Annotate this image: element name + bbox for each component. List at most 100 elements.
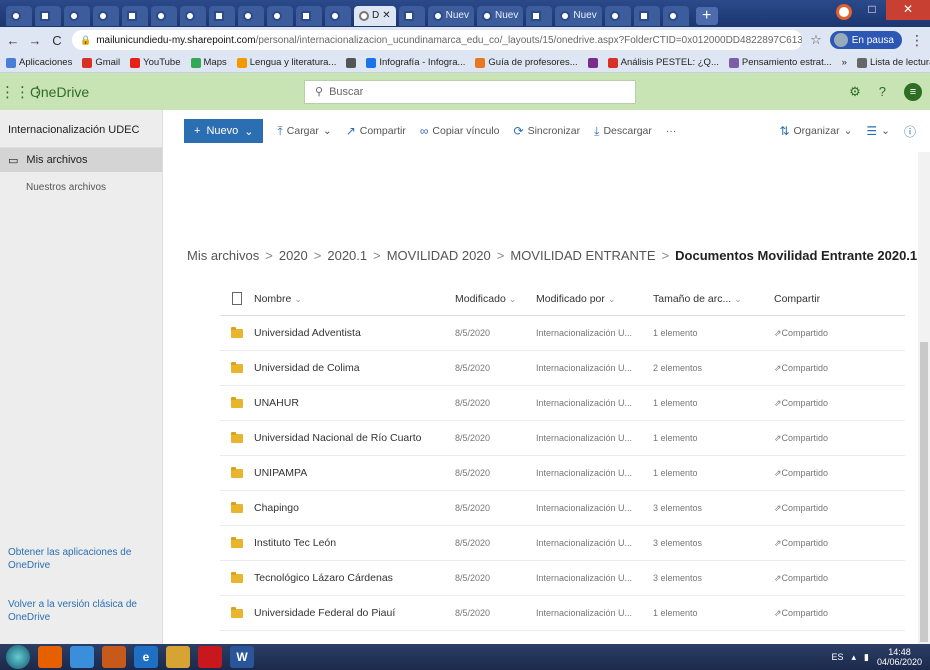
browser-tab[interactable]	[209, 5, 235, 26]
language-indicator[interactable]: ES	[831, 652, 843, 662]
column-header-modified-by[interactable]: Modificado por ⌄	[536, 293, 653, 305]
file-name[interactable]: UNIPAMPA	[254, 467, 455, 479]
maximize-button[interactable]: □	[858, 0, 886, 20]
browser-tab[interactable]: Nuev	[427, 5, 474, 26]
table-row[interactable]: Universidade Federal do Piauí 8/5/2020 Int…	[220, 596, 905, 631]
browser-tab[interactable]	[662, 5, 689, 26]
new-tab-button[interactable]: +	[695, 6, 718, 25]
tray-arrow-icon[interactable]: ▴	[851, 652, 856, 663]
bookmark-item[interactable]: Gmail	[82, 57, 120, 68]
copy-link-button[interactable]: ∞ Copiar vínculo	[420, 124, 500, 138]
bookmark-item[interactable]: Análisis PESTEL: ¿Q...	[607, 57, 719, 68]
browser-menu-icon[interactable]: ⋮	[910, 32, 924, 49]
search-input[interactable]: ⚲ Buscar	[304, 79, 636, 104]
browser-tab[interactable]	[604, 5, 631, 26]
classic-version-link[interactable]: Volver a la versión clásica de OneDrive	[8, 598, 158, 624]
browser-tab[interactable]	[122, 5, 148, 26]
help-icon[interactable]: ?	[879, 84, 886, 99]
sync-button[interactable]: ⟳ Sincronizar	[514, 124, 581, 138]
bookmark-item[interactable]: Guía de profesores...	[475, 57, 578, 68]
browser-tab[interactable]	[180, 5, 206, 26]
minimize-button[interactable]: –	[830, 0, 858, 20]
ie-icon[interactable]: e	[134, 646, 158, 668]
table-row[interactable]: Universidad Nacional de Río Cuarto 8/5/20…	[220, 421, 905, 456]
file-sharing[interactable]: ⇗Compartido	[774, 433, 884, 444]
settings-icon[interactable]: ⚙	[849, 84, 861, 100]
media-icon[interactable]	[102, 646, 126, 668]
account-avatar[interactable]: ≡	[904, 82, 922, 101]
url-input[interactable]: 🔒 mailunicundiedu-my.sharepoint.com /per…	[72, 30, 803, 50]
bookmark-item[interactable]	[346, 57, 357, 68]
file-name[interactable]: Instituto Tec León	[254, 537, 455, 549]
browser-tab[interactable]	[64, 5, 90, 26]
browser-tab[interactable]	[296, 5, 322, 26]
chrome-icon[interactable]	[70, 646, 94, 668]
table-row[interactable]: Universidad Adventista 8/5/2020 Internacio…	[220, 316, 905, 351]
file-name[interactable]: Universidad de Colima	[254, 362, 455, 374]
clock[interactable]: 14:48 04/06/2020	[877, 647, 922, 667]
table-row[interactable]: Chapingo 8/5/2020 Internacionalización U..…	[220, 491, 905, 526]
file-name[interactable]: Chapingo	[254, 502, 455, 514]
bookmark-star-icon[interactable]: ☆	[810, 32, 822, 48]
view-options-button[interactable]: ☰ ⌄	[866, 123, 890, 140]
more-commands-button[interactable]: ···	[666, 125, 677, 137]
table-row[interactable]: Instituto Tec León 8/5/2020 Internacionali…	[220, 526, 905, 561]
table-row[interactable]: Universidad de Colima 8/5/2020 Internacion…	[220, 351, 905, 386]
app-name[interactable]: OneDrive	[30, 84, 304, 100]
bookmark-item[interactable]	[587, 57, 598, 68]
browser-tab[interactable]: D ✕	[354, 5, 396, 26]
browser-tab[interactable]	[35, 5, 61, 26]
file-name[interactable]: Tecnológico Lázaro Cárdenas	[254, 572, 455, 584]
word-icon[interactable]: W	[230, 646, 254, 668]
browser-tab[interactable]: Nuev	[476, 5, 524, 26]
file-sharing[interactable]: ⇗Compartido	[774, 468, 884, 479]
file-name[interactable]: Universidade Federal do Piauí	[254, 607, 455, 619]
scrollbar[interactable]	[918, 152, 930, 644]
folder-icon[interactable]	[166, 646, 190, 668]
file-sharing[interactable]: ⇗Compartido	[774, 503, 884, 514]
acrobat-icon[interactable]	[198, 646, 222, 668]
browser-tab[interactable]	[325, 5, 351, 26]
browser-tab[interactable]	[93, 5, 119, 26]
bookmark-item[interactable]: Aplicaciones	[6, 57, 72, 68]
file-sharing[interactable]: ⇗Compartido	[774, 398, 884, 409]
file-name[interactable]: Universidad Nacional de Río Cuarto	[254, 432, 455, 444]
sync-paused-button[interactable]: En pausa	[829, 31, 902, 49]
table-row[interactable]: Tecnológico Lázaro Cárdenas 8/5/2020 Inter…	[220, 561, 905, 596]
reading-list-button[interactable]: Lista de lectura	[856, 57, 930, 68]
browser-tab[interactable]: Nuev	[555, 5, 602, 26]
share-button[interactable]: ↗ Compartir	[346, 124, 406, 138]
breadcrumb-item[interactable]: 2020	[279, 248, 308, 263]
file-sharing[interactable]: ⇗Compartido	[774, 363, 884, 374]
file-sharing[interactable]: ⇗Compartido	[774, 573, 884, 584]
get-apps-link[interactable]: Obtener las aplicaciones de OneDrive	[8, 546, 158, 572]
close-tab-icon[interactable]: ✕	[382, 10, 390, 21]
network-icon[interactable]: ▮	[864, 652, 869, 663]
info-button[interactable]: ⓘ	[904, 123, 916, 140]
column-header-sharing[interactable]: Compartir	[774, 293, 884, 305]
bookmark-item[interactable]: Lengua y literatura...	[236, 57, 336, 68]
download-button[interactable]: ⤓ Descargar	[594, 124, 652, 139]
organize-button[interactable]: ⇅ Organizar ⌄	[779, 123, 852, 140]
browser-tab[interactable]	[151, 5, 177, 26]
firefox-icon[interactable]	[38, 646, 62, 668]
browser-tab[interactable]	[398, 5, 425, 26]
browser-tab[interactable]	[633, 5, 660, 26]
table-row[interactable]: UNAHUR 8/5/2020 Internacionalización U... 1…	[220, 386, 905, 421]
bookmark-item[interactable]: YouTube	[130, 57, 181, 68]
breadcrumb-item[interactable]: Mis archivos	[187, 248, 259, 263]
file-name[interactable]: Universidad Adventista	[254, 327, 455, 339]
file-sharing[interactable]: ⇗Compartido	[774, 608, 884, 619]
bookmarks-more-button[interactable]: »	[842, 57, 847, 68]
file-sharing[interactable]: ⇗Compartido	[774, 538, 884, 549]
file-type-icon[interactable]	[232, 292, 242, 305]
browser-tab[interactable]	[526, 5, 553, 26]
close-window-button[interactable]: ✕	[886, 0, 930, 20]
column-header-size[interactable]: Tamaño de arc... ⌄	[653, 293, 774, 305]
upload-button[interactable]: ⤒ Cargar ⌄	[277, 124, 331, 139]
bookmark-item[interactable]: Pensamiento estrat...	[728, 57, 832, 68]
scrollbar-thumb[interactable]	[920, 342, 928, 642]
back-icon[interactable]: ←	[6, 33, 20, 48]
breadcrumb-item[interactable]: 2020.1	[327, 248, 367, 263]
browser-tab[interactable]	[238, 5, 264, 26]
